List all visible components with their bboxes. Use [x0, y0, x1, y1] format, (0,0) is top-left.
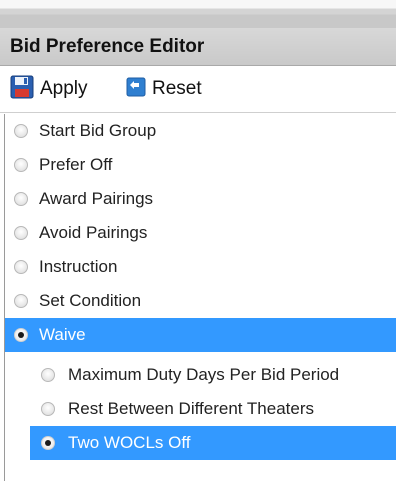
radio-button[interactable]: [14, 294, 28, 308]
suboption-rest-between-theaters[interactable]: Rest Between Different Theaters: [30, 392, 396, 426]
radio-button[interactable]: [14, 192, 28, 206]
preference-list: Start Bid Group Prefer Off Award Pairing…: [4, 114, 396, 481]
panel-header: Bid Preference Editor: [0, 28, 396, 66]
suboption-two-wocls-off[interactable]: Two WOCLs Off: [30, 426, 396, 460]
option-instruction[interactable]: Instruction: [5, 250, 396, 284]
radio-button[interactable]: [41, 368, 55, 382]
option-avoid-pairings[interactable]: Avoid Pairings: [5, 216, 396, 250]
toolbar: Apply Reset: [0, 66, 396, 113]
option-label: Prefer Off: [39, 155, 113, 174]
option-award-pairings[interactable]: Award Pairings: [5, 182, 396, 216]
option-label: Start Bid Group: [39, 121, 157, 140]
option-label: Avoid Pairings: [39, 223, 148, 242]
option-label: Set Condition: [39, 291, 142, 310]
apply-label: Apply: [40, 78, 88, 99]
radio-button[interactable]: [14, 158, 28, 172]
suboption-label: Maximum Duty Days Per Bid Period: [68, 365, 340, 384]
radio-button[interactable]: [41, 402, 55, 416]
radio-button[interactable]: [14, 124, 28, 138]
suboption-label: Rest Between Different Theaters: [68, 399, 315, 418]
radio-button-selected[interactable]: [41, 436, 55, 450]
option-set-condition[interactable]: Set Condition: [5, 284, 396, 318]
reset-icon: [126, 77, 146, 102]
radio-button[interactable]: [14, 260, 28, 274]
panel-title: Bid Preference Editor: [10, 36, 205, 57]
option-label: Waive: [39, 325, 86, 344]
apply-button[interactable]: Apply: [10, 75, 88, 104]
option-start-bid-group[interactable]: Start Bid Group: [5, 114, 396, 148]
radio-button[interactable]: [14, 226, 28, 240]
reset-label: Reset: [152, 78, 202, 99]
suboption-maximum-duty-days[interactable]: Maximum Duty Days Per Bid Period: [30, 358, 396, 392]
suboption-label: Two WOCLs Off: [68, 433, 191, 452]
option-label: Instruction: [39, 257, 118, 276]
reset-button[interactable]: Reset: [126, 76, 202, 102]
option-waive[interactable]: Waive: [5, 318, 396, 352]
radio-button-selected[interactable]: [14, 328, 28, 342]
option-prefer-off[interactable]: Prefer Off: [5, 148, 396, 182]
option-label: Award Pairings: [39, 189, 154, 208]
save-icon: [10, 75, 34, 104]
window-top-strip: [0, 0, 396, 30]
